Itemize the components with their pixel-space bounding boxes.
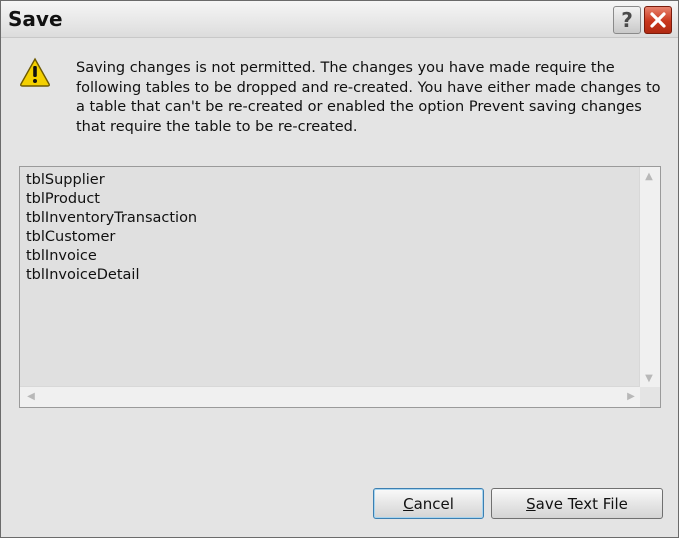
close-button[interactable] [644, 6, 672, 34]
help-button[interactable]: ? [613, 6, 641, 34]
help-icon: ? [621, 8, 633, 32]
table-list: tblSupplier tblProduct tblInventoryTransac… [26, 171, 197, 285]
scroll-up-arrow-icon[interactable]: ▲ [640, 167, 658, 185]
save-text-file-label: ave Text File [535, 494, 628, 513]
vertical-scrollbar[interactable]: ▲ ▼ [639, 167, 660, 387]
list-item[interactable]: tblInventoryTransaction [26, 209, 197, 228]
tables-listbox[interactable]: tblSupplier tblProduct tblInventoryTransac… [19, 166, 661, 408]
title-bar[interactable]: Save ? [1, 1, 678, 38]
cancel-mnemonic: C [403, 494, 414, 513]
scroll-right-arrow-icon[interactable]: ▶ [622, 387, 640, 405]
cancel-label: ancel [413, 494, 454, 513]
scrollbar-corner [640, 387, 660, 407]
save-text-file-button[interactable]: Save Text File [491, 488, 663, 519]
scroll-left-arrow-icon[interactable]: ◀ [22, 387, 40, 405]
warning-icon [20, 57, 50, 87]
list-item[interactable]: tblSupplier [26, 171, 197, 190]
list-item[interactable]: tblInvoice [26, 247, 197, 266]
scroll-down-arrow-icon[interactable]: ▼ [640, 369, 658, 387]
dialog-title: Save [8, 7, 63, 31]
list-item[interactable]: tblInvoiceDetail [26, 266, 197, 285]
horizontal-scrollbar[interactable]: ◀ ▶ [20, 386, 640, 407]
cancel-button[interactable]: Cancel [373, 488, 484, 519]
list-item[interactable]: tblProduct [26, 190, 197, 209]
close-icon [650, 12, 666, 28]
list-item[interactable]: tblCustomer [26, 228, 197, 247]
error-message: Saving changes is not permitted. The cha… [76, 60, 661, 135]
save-dialog: Save ? Saving changes is not permitted. … [0, 0, 679, 538]
save-text-file-mnemonic: S [526, 494, 536, 513]
